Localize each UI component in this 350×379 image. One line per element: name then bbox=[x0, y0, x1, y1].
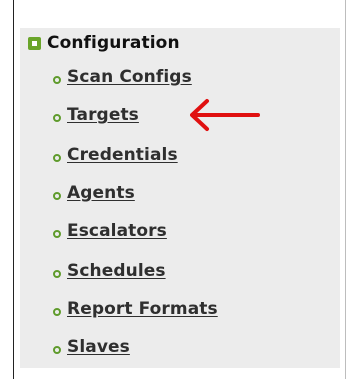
section-title: Configuration bbox=[47, 33, 180, 53]
left-border bbox=[13, 0, 14, 379]
bullet-icon bbox=[53, 230, 61, 238]
menu-item-slaves[interactable]: Slaves bbox=[53, 332, 130, 362]
menu-link-schedules[interactable]: Schedules bbox=[67, 261, 166, 281]
bullet-icon bbox=[53, 76, 61, 84]
collapse-toggle-icon[interactable] bbox=[28, 36, 41, 50]
menu-item-escalators[interactable]: Escalators bbox=[53, 216, 167, 246]
menu-link-agents[interactable]: Agents bbox=[67, 183, 135, 203]
menu-link-slaves[interactable]: Slaves bbox=[67, 337, 130, 357]
menu-link-targets[interactable]: Targets bbox=[67, 105, 139, 125]
menu-item-agents[interactable]: Agents bbox=[53, 178, 135, 208]
bullet-icon bbox=[53, 346, 61, 354]
menu-item-credentials[interactable]: Credentials bbox=[53, 140, 178, 170]
bullet-icon bbox=[53, 270, 61, 278]
menu-link-escalators[interactable]: Escalators bbox=[67, 221, 167, 241]
menu-item-schedules[interactable]: Schedules bbox=[53, 256, 166, 286]
menu-link-credentials[interactable]: Credentials bbox=[67, 145, 178, 165]
menu-item-targets[interactable]: Targets bbox=[53, 100, 139, 130]
menu-item-report-formats[interactable]: Report Formats bbox=[53, 294, 218, 324]
right-border bbox=[345, 0, 346, 379]
menu-link-report-formats[interactable]: Report Formats bbox=[67, 299, 218, 319]
configuration-section-header[interactable]: Configuration bbox=[28, 28, 180, 58]
menu-item-scan-configs[interactable]: Scan Configs bbox=[53, 62, 192, 92]
bullet-icon bbox=[53, 154, 61, 162]
bullet-icon bbox=[53, 114, 61, 122]
menu-link-scan-configs[interactable]: Scan Configs bbox=[67, 67, 192, 87]
red-arrow-annotation bbox=[190, 99, 260, 131]
bullet-icon bbox=[53, 192, 61, 200]
bullet-icon bbox=[53, 308, 61, 316]
